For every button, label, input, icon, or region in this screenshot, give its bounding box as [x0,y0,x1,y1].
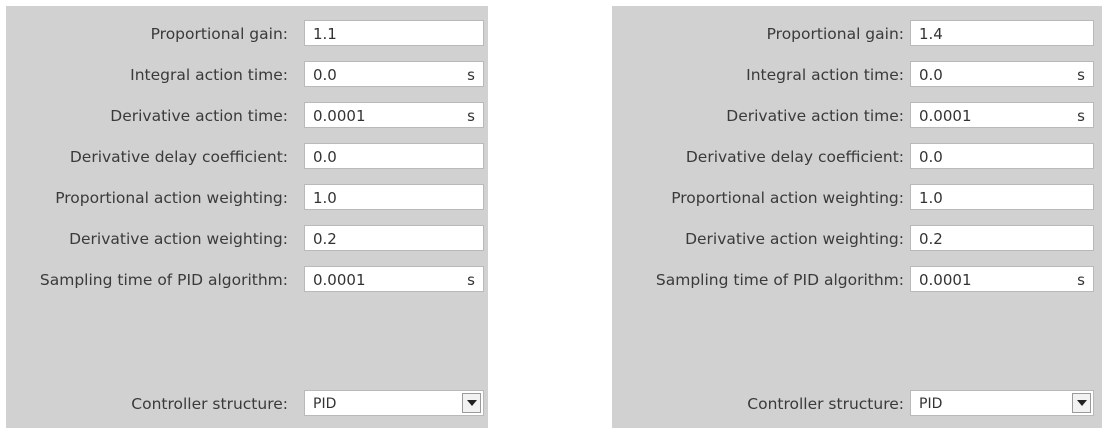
derivative-action-weighting-label: Derivative action weighting: [69,230,288,248]
dropdown-button[interactable] [462,393,481,413]
controller-structure-dropdown[interactable]: PID [304,390,484,416]
sampling-time-label: Sampling time of PID algorithm: [39,271,288,289]
derivative-action-weighting-value: 0.2 [919,230,943,248]
derivative-delay-coefficient-field[interactable]: 0.0 [910,143,1094,169]
derivative-action-weighting-value: 0.2 [313,230,337,248]
derivative-action-weighting-label: Derivative action weighting: [685,230,904,248]
proportional-action-weighting-label: Proportional action weighting: [55,189,288,207]
controller-structure-value: PID [919,396,943,412]
proportional-gain-value: 1.4 [919,25,943,43]
row-proportional-gain: Proportional gain: 1.1 [6,20,488,48]
controller-structure-label: Controller structure: [131,395,288,413]
dropdown-button[interactable] [1072,393,1091,413]
controller-structure-label: Controller structure: [747,395,904,413]
proportional-action-weighting-field[interactable]: 1.0 [910,184,1094,210]
row-derivative-action-time: Derivative action time: 0.0001 s [6,102,488,130]
proportional-gain-label: Proportional gain: [766,25,904,43]
derivative-action-weighting-field[interactable]: 0.2 [304,225,484,251]
unit-label: s [467,66,475,84]
integral-action-time-field[interactable]: 0.0 s [304,61,484,87]
derivative-delay-coefficient-value: 0.0 [919,148,943,166]
row-derivative-action-weighting: Derivative action weighting: 0.2 [6,225,488,253]
row-controller-structure: Controller structure: PID [6,390,488,418]
derivative-delay-coefficient-value: 0.0 [313,148,337,166]
row-controller-structure: Controller structure: PID [612,390,1102,418]
unit-label: s [467,107,475,125]
integral-action-time-label: Integral action time: [130,66,288,84]
row-sampling-time: Sampling time of PID algorithm: 0.0001 s [6,266,488,294]
derivative-action-time-field[interactable]: 0.0001 s [910,102,1094,128]
row-integral-action-time: Integral action time: 0.0 s [612,61,1102,89]
unit-label: s [1077,271,1085,289]
derivative-action-time-field[interactable]: 0.0001 s [304,102,484,128]
sampling-time-label: Sampling time of PID algorithm: [655,271,904,289]
row-derivative-action-time: Derivative action time: 0.0001 s [612,102,1102,130]
derivative-action-time-label: Derivative action time: [110,107,288,125]
row-proportional-action-weighting: Proportional action weighting: 1.0 [612,184,1102,212]
unit-label: s [467,271,475,289]
derivative-delay-coefficient-label: Derivative delay coefficient: [685,148,904,166]
proportional-gain-field[interactable]: 1.4 [910,20,1094,46]
proportional-action-weighting-value: 1.0 [313,189,337,207]
row-proportional-action-weighting: Proportional action weighting: 1.0 [6,184,488,212]
row-derivative-delay-coefficient: Derivative delay coefficient: 0.0 [6,143,488,171]
row-derivative-delay-coefficient: Derivative delay coefficient: 0.0 [612,143,1102,171]
chevron-down-icon [1077,400,1087,406]
controller-structure-dropdown[interactable]: PID [910,390,1094,416]
unit-label: s [1077,66,1085,84]
pid-parameters-panel-right: Proportional gain: 1.4 Integral action t… [612,6,1102,428]
row-integral-action-time: Integral action time: 0.0 s [6,61,488,89]
sampling-time-value: 0.0001 [313,271,366,289]
row-derivative-action-weighting: Derivative action weighting: 0.2 [612,225,1102,253]
sampling-time-field[interactable]: 0.0001 s [304,266,484,292]
proportional-gain-value: 1.1 [313,25,337,43]
chevron-down-icon [467,400,477,406]
derivative-delay-coefficient-field[interactable]: 0.0 [304,143,484,169]
row-sampling-time: Sampling time of PID algorithm: 0.0001 s [612,266,1102,294]
proportional-action-weighting-label: Proportional action weighting: [671,189,904,207]
derivative-action-weighting-field[interactable]: 0.2 [910,225,1094,251]
derivative-delay-coefficient-label: Derivative delay coefficient: [69,148,288,166]
proportional-action-weighting-field[interactable]: 1.0 [304,184,484,210]
proportional-gain-field[interactable]: 1.1 [304,20,484,46]
proportional-action-weighting-value: 1.0 [919,189,943,207]
derivative-action-time-value: 0.0001 [919,107,972,125]
integral-action-time-field[interactable]: 0.0 s [910,61,1094,87]
integral-action-time-label: Integral action time: [746,66,904,84]
proportional-gain-label: Proportional gain: [150,25,288,43]
controller-structure-value: PID [313,396,337,412]
pid-parameters-panel-left: Proportional gain: 1.1 Integral action t… [6,6,488,428]
integral-action-time-value: 0.0 [313,66,337,84]
row-proportional-gain: Proportional gain: 1.4 [612,20,1102,48]
sampling-time-field[interactable]: 0.0001 s [910,266,1094,292]
unit-label: s [1077,107,1085,125]
sampling-time-value: 0.0001 [919,271,972,289]
integral-action-time-value: 0.0 [919,66,943,84]
derivative-action-time-value: 0.0001 [313,107,366,125]
derivative-action-time-label: Derivative action time: [726,107,904,125]
